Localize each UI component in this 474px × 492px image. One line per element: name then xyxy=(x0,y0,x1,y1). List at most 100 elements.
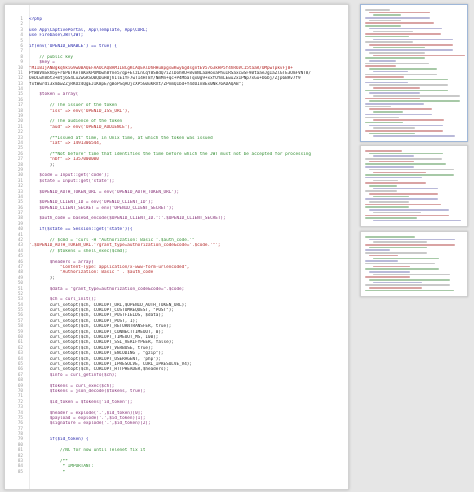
thumbnail-text-line xyxy=(373,211,422,214)
thumbnail-text-line xyxy=(365,252,427,254)
thumbnail-preview xyxy=(365,236,463,292)
thumbnail-text-line xyxy=(373,111,404,113)
code-text: $data = "grant_type=authorization_code&c… xyxy=(29,286,185,292)
thumbnail-text-line xyxy=(365,103,424,105)
thumbnail-text-line xyxy=(369,19,402,22)
thumbnail-text-line xyxy=(369,100,461,102)
thumbnail-text-line xyxy=(369,160,415,163)
code-text: if($state == Session::get('state')){ xyxy=(29,227,133,233)
thumbnail-text-line xyxy=(365,214,450,217)
code-text: ); xyxy=(29,275,55,281)
thumbnail-text-line xyxy=(373,195,410,198)
thumbnail-text-line xyxy=(369,152,443,155)
code-text: $signature = explode('.',$id_token)[2]; xyxy=(29,421,151,427)
thumbnail-text-line xyxy=(365,113,432,116)
code-text: "iss" => env('OPENID_ISS_URL'), xyxy=(29,108,130,114)
thumbnail-text-line xyxy=(373,187,438,190)
thumbnail-text-line xyxy=(365,289,455,292)
thumbnail-text-line xyxy=(365,166,414,168)
code-listing: 1 <?php 2 3 use App\CaptivePortal, App\Templ… xyxy=(5,17,348,475)
thumbnail-text-line xyxy=(373,257,439,260)
thumbnail-text-line xyxy=(369,201,410,203)
thumbnail-text-line xyxy=(369,52,425,54)
code-text: "iat" => 1491306544, xyxy=(29,140,102,146)
thumbnail-text-line xyxy=(369,254,399,257)
thumbnail-text-line xyxy=(373,219,462,222)
thumbnail-text-line xyxy=(365,268,439,270)
page-thumbnail-1[interactable] xyxy=(360,4,468,142)
thumbnail-text-line xyxy=(365,198,438,200)
thumbnail-text-line xyxy=(373,241,427,243)
thumbnail-text-line xyxy=(373,30,414,33)
thumbnail-text-line xyxy=(369,238,456,241)
code-text: // $tokens = shell_exec($cmd); xyxy=(29,248,128,254)
thumbnail-text-line xyxy=(373,179,398,182)
line-number: 85 xyxy=(17,469,23,475)
thumbnail-text-line xyxy=(373,127,416,129)
thumbnail-text-line xyxy=(369,132,416,135)
thumbnail-text-line xyxy=(365,41,414,43)
thumbnail-text-line xyxy=(365,244,456,246)
thumbnail-text-line xyxy=(365,17,430,19)
thumbnail-text-line xyxy=(369,124,444,127)
code-text: //NC for now until Telenet fix it xyxy=(29,448,146,454)
thumbnail-text-line xyxy=(365,49,454,51)
thumbnail-text-line xyxy=(365,97,420,100)
thumbnail-preview xyxy=(365,150,463,223)
thumbnail-text-line xyxy=(369,287,422,289)
thumbnail-text-line xyxy=(365,89,449,92)
code-text: $tokens = json_decode($tokens, true); xyxy=(29,388,146,394)
thumbnail-text-line xyxy=(365,73,437,76)
code-text: $OPENID_AUTH_TOKEN_URL = env('OPENID_AUT… xyxy=(29,189,180,195)
thumbnail-text-line xyxy=(373,265,411,268)
thumbnail-text-line xyxy=(365,158,443,160)
thumbnail-text-line xyxy=(369,108,432,111)
code-text: "aud" => env('OPENID_AUDIENCE'), xyxy=(29,124,133,130)
code-text: * xyxy=(29,469,66,475)
thumbnail-text-line xyxy=(373,86,421,89)
thumbnail-text-line xyxy=(369,92,420,94)
thumbnail-text-line xyxy=(365,116,400,119)
thumbnail-text-line xyxy=(365,150,403,152)
thumbnail-text-line xyxy=(373,119,444,121)
thumbnail-text-line xyxy=(369,184,398,187)
code-text: $auth_code = base64_encode($OPENID_CLIEN… xyxy=(29,216,226,222)
thumbnail-text-line xyxy=(369,68,437,70)
thumbnail-text-line xyxy=(373,281,422,284)
thumbnail-text-line xyxy=(373,46,425,49)
code-text: $state = Input::get('state'); xyxy=(29,178,115,184)
thumbnail-text-line xyxy=(369,43,454,46)
thumbnail-text-line xyxy=(365,176,422,179)
thumbnail-text-line xyxy=(365,217,417,219)
thumbnail-preview xyxy=(365,9,466,138)
code-text: $OPENID_CLIENT_SECRET = env('OPENID_CLIE… xyxy=(29,205,174,211)
thumbnail-text-line xyxy=(365,276,411,278)
thumbnail-text-line xyxy=(365,105,392,108)
code-text: $id_token = $tokens['id_token']; xyxy=(29,399,133,405)
code-text: $token = array( xyxy=(29,92,79,98)
thumbnail-text-line xyxy=(369,246,427,249)
thumbnail-text-line xyxy=(373,135,456,137)
thumbnail-text-line xyxy=(365,203,442,206)
thumbnail-text-line xyxy=(369,168,455,171)
thumbnail-text-line xyxy=(365,62,429,65)
thumbnail-text-line xyxy=(365,206,410,209)
thumbnail-text-line xyxy=(365,25,402,27)
thumbnail-text-line xyxy=(369,270,411,273)
thumbnail-text-line xyxy=(365,190,398,192)
thumbnail-text-line xyxy=(365,182,426,184)
thumbnail-text-line xyxy=(365,163,447,166)
code-text: if($id_token) { xyxy=(29,437,89,443)
page-thumbnail-3[interactable] xyxy=(360,231,468,297)
thumbnail-text-line xyxy=(369,27,442,30)
code-text: ); xyxy=(29,162,55,168)
thumbnail-text-line xyxy=(373,273,451,276)
page-thumbnail-2[interactable] xyxy=(360,145,468,227)
thumbnail-text-line xyxy=(365,81,409,84)
thumbnail-text-line xyxy=(369,11,430,14)
thumbnail-text-line xyxy=(369,279,451,281)
thumbnail-text-line xyxy=(369,193,438,195)
thumbnail-text-line xyxy=(365,22,434,25)
code-document-page: 1 <?php 2 3 use App\CaptivePortal, App\Templ… xyxy=(4,4,349,490)
code-text: use Firebase\JWT\JWT; xyxy=(29,33,84,39)
